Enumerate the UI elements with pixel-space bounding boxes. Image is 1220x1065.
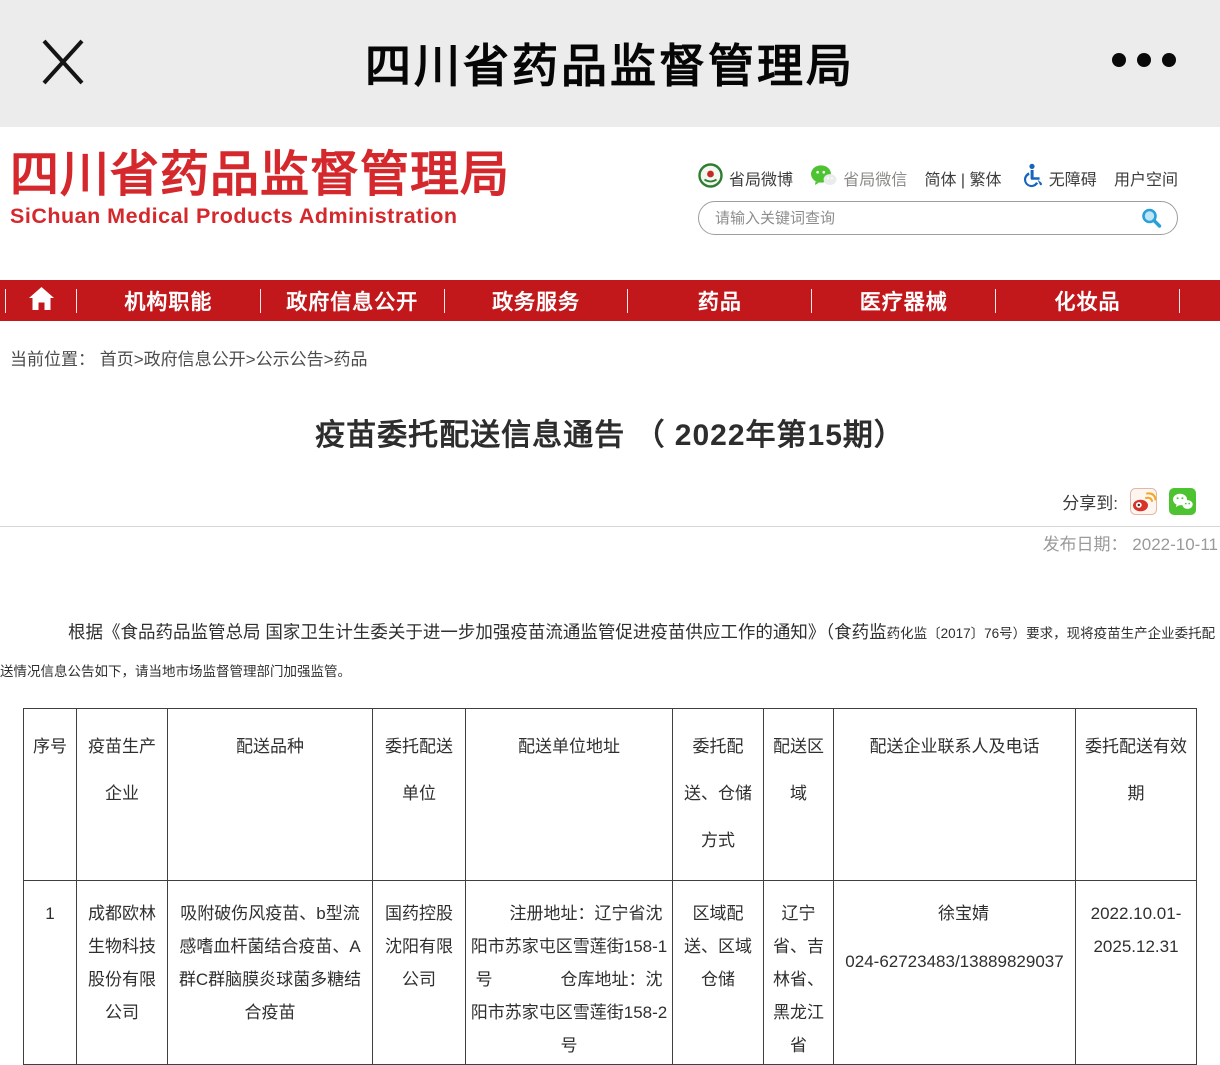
cell-address: 注册地址：辽宁省沈阳市苏家屯区雪莲街158-1号 仓库地址：沈阳市苏家屯区雪莲街… (466, 880, 673, 1064)
more-menu-icon[interactable] (1112, 53, 1176, 67)
weibo-share-icon[interactable] (1130, 488, 1157, 515)
quick-link-wechat-label: 省局微信 (843, 166, 907, 190)
nav-item-huazhuangpin[interactable]: 化妆品 (996, 280, 1179, 321)
header-cell-contact: 配送企业联系人及电话 (834, 708, 1076, 880)
main-nav: 机构职能 政府信息公开 政务服务 药品 医疗器械 化妆品 (0, 280, 1220, 321)
table-row: 1 成都欧林生物科技股份有限公司 吸附破伤风疫苗、b型流感嗜血杆菌结合疫苗、A群… (24, 880, 1197, 1064)
site-header: 四川省药品监督管理局 SiChuan Medical Products Admi… (0, 127, 1220, 280)
breadcrumb-path[interactable]: 首页>政府信息公开>公示公告>药品 (100, 350, 368, 369)
nav-item-yiliaoqixie[interactable]: 医疗器械 (812, 280, 995, 321)
nav-end-spacer (1180, 280, 1220, 321)
quick-link-userspace-label: 用户空间 (1114, 166, 1178, 190)
accessibility-icon (1019, 163, 1043, 194)
header-cell-seq: 序号 (24, 708, 77, 880)
breadcrumb: 当前位置： 首页>政府信息公开>公示公告>药品 (0, 321, 1220, 371)
page-title: 疫苗委托配送信息通告 （ 2022年第15期） (0, 419, 1220, 453)
nav-item-zhengfuxinxigongkai[interactable]: 政府信息公开 (261, 280, 444, 321)
nav-home[interactable] (6, 280, 76, 321)
cell-products: 吸附破伤风疫苗、b型流感嗜血杆菌结合疫苗、A群C群脑膜炎球菌多糖结合疫苗 (168, 880, 373, 1064)
header-cell-region: 配送区域 (764, 708, 834, 880)
header-right: 省局微博 省局微信 简体 | 繁体 (698, 163, 1178, 235)
quick-link-wechat[interactable]: 省局微信 (810, 164, 907, 193)
header-cell-mode: 委托配送、仓储方式 (673, 708, 764, 880)
home-icon (28, 286, 55, 316)
header-cell-validity: 委托配送有效期 (1076, 708, 1197, 880)
header-cell-distributor: 委托配送单位 (373, 708, 466, 880)
share-row: 分享到: (0, 487, 1220, 515)
search-box (698, 201, 1178, 235)
site-name-en: SiChuan Medical Products Administration (10, 204, 510, 229)
quick-link-weibo-label: 省局微博 (729, 166, 793, 190)
lang-toggle-label: 简体 | 繁体 (924, 166, 1001, 190)
cell-validity: 2022.10.01-2025.12.31 (1076, 880, 1197, 1064)
header-cell-products: 配送品种 (168, 708, 373, 880)
nav-item-jigouzhineng[interactable]: 机构职能 (77, 280, 260, 321)
share-label: 分享到: (1062, 489, 1118, 514)
nav-item-yaopin[interactable]: 药品 (628, 280, 811, 321)
cell-distributor: 国药控股沈阳有限公司 (373, 880, 466, 1064)
publish-date-row: 发布日期： 2022-10-11 (0, 527, 1220, 556)
header-cell-address: 配送单位地址 (466, 708, 673, 880)
window-title: 四川省药品监督管理局 (0, 30, 1220, 96)
header-cell-manufacturer: 疫苗生产企业 (77, 708, 168, 880)
info-table: 序号 疫苗生产企业 配送品种 委托配送单位 配送单位地址 委托配送、仓储方式 配… (23, 708, 1197, 1065)
publish-date-value: 2022-10-11 (1132, 535, 1218, 554)
search-icon[interactable] (1139, 206, 1163, 230)
wechat-share-icon[interactable] (1169, 488, 1196, 515)
wx-titlebar: 四川省药品监督管理局 (0, 0, 1220, 127)
weibo-badge-icon (698, 163, 723, 193)
quick-link-userspace[interactable]: 用户空间 (1114, 166, 1178, 190)
cell-manufacturer: 成都欧林生物科技股份有限公司 (77, 880, 168, 1064)
article-paragraph: 根据《食品药品监管总局 国家卫生计生委关于进一步加强疫苗流通监管促进疫苗供应工作… (0, 614, 1220, 690)
publish-date-label: 发布日期： (1043, 535, 1128, 554)
quick-link-accessibility[interactable]: 无障碍 (1019, 163, 1097, 194)
paragraph-segment-large: 根据《食品药品监管总局 国家卫生计生委关于进一步加强疫苗流通监管促进疫苗供应工作… (68, 622, 887, 642)
site-name-zh: 四川省药品监督管理局 (10, 149, 510, 203)
table-header-row: 序号 疫苗生产企业 配送品种 委托配送单位 配送单位地址 委托配送、仓储方式 配… (24, 708, 1197, 880)
cell-contact: 徐宝婧 024-62723483/13889829037 (834, 880, 1076, 1064)
quick-links: 省局微博 省局微信 简体 | 繁体 (698, 163, 1178, 193)
cell-region: 辽宁省、吉林省、黑龙江省 (764, 880, 834, 1064)
search-input[interactable] (713, 209, 1139, 228)
wechat-icon (810, 164, 837, 193)
site-logo: 四川省药品监督管理局 SiChuan Medical Products Admi… (10, 149, 510, 229)
breadcrumb-label: 当前位置： (10, 350, 95, 369)
quick-link-accessibility-label: 无障碍 (1049, 166, 1097, 190)
contact-phone: 024-62723483/13889829037 (838, 945, 1071, 978)
cell-seq: 1 (24, 880, 77, 1064)
quick-link-weibo[interactable]: 省局微博 (698, 163, 793, 193)
cell-mode: 区域配送、区域仓储 (673, 880, 764, 1064)
nav-item-zhengwufuwu[interactable]: 政务服务 (445, 280, 628, 321)
lang-toggle[interactable]: 简体 | 繁体 (924, 166, 1001, 190)
contact-name: 徐宝婧 (856, 897, 1071, 930)
